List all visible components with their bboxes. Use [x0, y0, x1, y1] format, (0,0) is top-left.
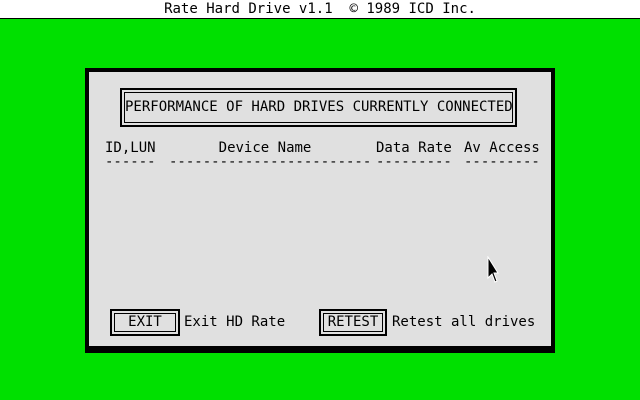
- rate-dialog: PERFORMANCE OF HARD DRIVES CURRENTLY CON…: [85, 68, 555, 353]
- column-id-lun-underline: ------: [105, 154, 156, 170]
- column-data-rate-underline: ---------: [376, 154, 452, 170]
- heading-frame: PERFORMANCE OF HARD DRIVES CURRENTLY CON…: [120, 88, 517, 127]
- retest-button-label: RETEST: [323, 313, 383, 332]
- column-device-name: Device Name ------------------------: [169, 140, 372, 170]
- mouse-pointer-icon: [487, 256, 499, 283]
- column-av-access: Av Access ---------: [464, 140, 540, 170]
- column-id-lun: ID,LUN ------: [105, 140, 156, 170]
- retest-button[interactable]: RETEST: [319, 309, 387, 336]
- dialog-heading: PERFORMANCE OF HARD DRIVES CURRENTLY CON…: [124, 92, 513, 123]
- window-title-bar: Rate Hard Drive v1.1 © 1989 ICD Inc.: [0, 0, 640, 19]
- column-data-rate: Data Rate ---------: [376, 140, 452, 170]
- column-av-access-underline: ---------: [464, 154, 540, 170]
- retest-description: Retest all drives: [392, 314, 536, 330]
- exit-description: Exit HD Rate: [184, 314, 286, 330]
- dialog-panel: PERFORMANCE OF HARD DRIVES CURRENTLY CON…: [88, 71, 552, 347]
- exit-button[interactable]: EXIT: [110, 309, 180, 336]
- column-device-name-underline: ------------------------: [169, 154, 372, 170]
- exit-button-label: EXIT: [114, 313, 176, 332]
